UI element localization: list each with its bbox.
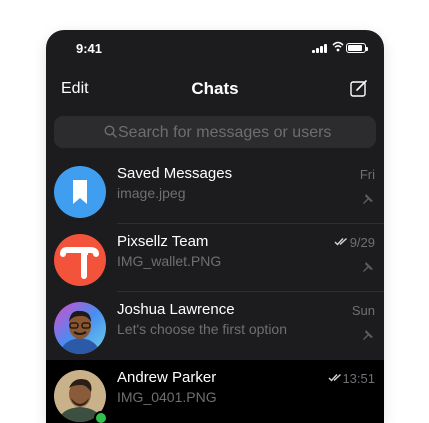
user-photo	[54, 302, 106, 354]
chat-name: Andrew Parker	[117, 369, 217, 386]
chat-row-andrew-parker[interactable]: Andrew Parker IMG_0401.PNG 13:51	[46, 360, 384, 423]
status-time: 9:41	[76, 41, 103, 56]
navbar: Edit Chats	[46, 74, 384, 106]
chat-row-pixsellz-team[interactable]: Pixsellz Team IMG_wallet.PNG 9/29	[46, 224, 384, 292]
chat-date: 13:51	[342, 371, 375, 386]
pixsellz-logo	[60, 247, 99, 279]
chat-name: Joshua Lawrence	[117, 301, 235, 318]
search-input[interactable]: Search for messages or users	[118, 124, 331, 142]
chat-list: Saved Messages image.jpeg Fri Pixsellz T…	[46, 156, 384, 423]
avatar	[54, 234, 106, 286]
pin-icon	[363, 330, 373, 340]
chat-date: 9/29	[349, 235, 375, 250]
wifi-icon	[332, 41, 344, 52]
chat-message: IMG_wallet.PNG	[117, 253, 222, 269]
chat-date: Sun	[351, 303, 375, 318]
pin-icon	[363, 262, 373, 272]
chat-name: Saved Messages	[117, 165, 233, 182]
status-bar: 9:41	[46, 30, 384, 70]
avatar	[54, 302, 106, 354]
compose-icon[interactable]	[350, 80, 368, 98]
chat-name: Pixsellz Team	[117, 233, 209, 250]
double-check-icon	[334, 237, 347, 246]
chat-message: image.jpeg	[117, 185, 186, 201]
online-indicator	[94, 411, 108, 423]
avatar	[54, 166, 106, 218]
battery-icon	[346, 43, 368, 53]
chat-message: IMG_0401.PNG	[117, 389, 217, 405]
chat-row-saved-messages[interactable]: Saved Messages image.jpeg Fri	[46, 156, 384, 224]
phone-screen: 9:41 Edit Chats Search for messages or u…	[46, 30, 384, 423]
search-bar[interactable]: Search for messages or users	[54, 116, 376, 148]
chat-date: Fri	[359, 167, 375, 182]
status-icons	[312, 41, 368, 53]
pin-icon	[363, 194, 373, 204]
page-title: Chats	[191, 79, 239, 98]
bookmark-icon	[73, 180, 87, 204]
chat-row-joshua-lawrence[interactable]: Joshua Lawrence Let's choose the first o…	[46, 292, 384, 360]
chat-message: Let's choose the first option	[117, 321, 287, 337]
search-icon	[104, 125, 117, 138]
